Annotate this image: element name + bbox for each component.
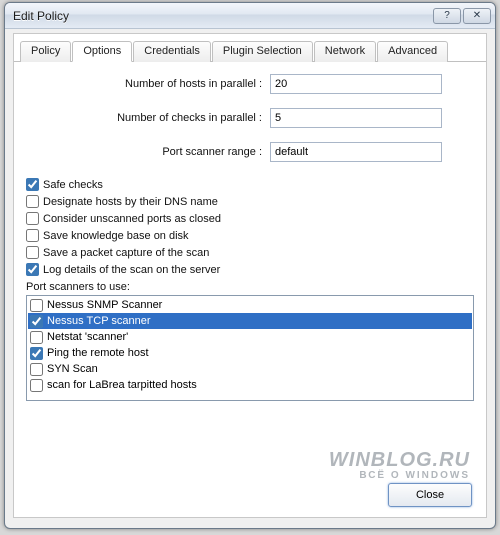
title-controls: ? ✕ [433,8,491,24]
window-title: Edit Policy [13,9,433,23]
tab-plugin-selection[interactable]: Plugin Selection [212,41,313,62]
option-row: Log details of the scan on the server [26,261,474,278]
list-item-label: scan for LaBrea tarpitted hosts [47,379,197,391]
option-label: Log details of the scan on the server [43,264,220,276]
label-port-range: Port scanner range : [26,146,270,158]
label-checks-parallel: Number of checks in parallel : [26,112,270,124]
tab-label: Network [325,45,365,57]
scanners-listbox[interactable]: Nessus SNMP Scanner Nessus TCP scanner Net… [26,295,474,401]
list-item-label: Ping the remote host [47,347,149,359]
titlebar[interactable]: Edit Policy ? ✕ [5,3,495,29]
list-checkbox[interactable] [30,315,43,328]
dialog-window: Edit Policy ? ✕ Policy Options Credentials… [4,2,496,529]
list-item-label: Nessus SNMP Scanner [47,299,162,311]
tab-label: Options [83,45,121,57]
list-item-label: SYN Scan [47,363,98,375]
option-checkbox[interactable] [26,263,39,276]
option-row: Save a packet capture of the scan [26,244,474,261]
option-checkbox[interactable] [26,212,39,225]
input-port-range[interactable] [270,142,442,162]
tab-label: Advanced [388,45,437,57]
list-item-label: Nessus TCP scanner [47,315,151,327]
list-item[interactable]: Ping the remote host [28,345,472,361]
option-row: Safe checks [26,176,474,193]
list-checkbox[interactable] [30,331,43,344]
list-item[interactable]: Nessus TCP scanner [28,313,472,329]
option-checkbox[interactable] [26,178,39,191]
tabstrip: Policy Options Credentials Plugin Selection… [14,34,486,62]
tab-content-options: Number of hosts in parallel : Number of … [14,62,486,409]
option-checkbox[interactable] [26,195,39,208]
scanners-label: Port scanners to use: [26,281,474,293]
list-checkbox[interactable] [30,347,43,360]
list-item[interactable]: SYN Scan [28,361,472,377]
option-label: Safe checks [43,179,103,191]
watermark-line2: ВСЁ О WINDOWS [329,470,470,481]
tab-label: Credentials [144,45,200,57]
help-button[interactable]: ? [433,8,461,24]
dialog-footer: Close [388,483,472,507]
tab-advanced[interactable]: Advanced [377,41,448,62]
option-label: Consider unscanned ports as closed [43,213,221,225]
client-area: Policy Options Credentials Plugin Selection… [13,33,487,518]
tab-label: Plugin Selection [223,45,302,57]
list-item[interactable]: scan for LaBrea tarpitted hosts [28,377,472,393]
close-button[interactable]: Close [388,483,472,507]
watermark-line1: WINBLOG.RU [329,449,470,472]
option-checklist: Safe checks Designate hosts by their DNS … [26,176,474,278]
option-label: Save knowledge base on disk [43,230,189,242]
option-row: Consider unscanned ports as closed [26,210,474,227]
tab-network[interactable]: Network [314,41,376,62]
list-checkbox[interactable] [30,363,43,376]
tab-options[interactable]: Options [72,41,132,62]
option-row: Designate hosts by their DNS name [26,193,474,210]
list-item-label: Netstat 'scanner' [47,331,128,343]
list-checkbox[interactable] [30,299,43,312]
row-port-range: Port scanner range : [26,142,474,162]
window-close-button[interactable]: ✕ [463,8,491,24]
option-checkbox[interactable] [26,229,39,242]
tab-label: Policy [31,45,60,57]
list-checkbox[interactable] [30,379,43,392]
label-hosts-parallel: Number of hosts in parallel : [26,78,270,90]
option-checkbox[interactable] [26,246,39,259]
row-hosts-parallel: Number of hosts in parallel : [26,74,474,94]
tab-policy[interactable]: Policy [20,41,71,62]
input-hosts-parallel[interactable] [270,74,442,94]
option-label: Save a packet capture of the scan [43,247,209,259]
list-item[interactable]: Nessus SNMP Scanner [28,297,472,313]
watermark: WINBLOG.RU ВСЁ О WINDOWS [329,449,470,481]
input-checks-parallel[interactable] [270,108,442,128]
close-icon: ✕ [473,10,481,21]
option-row: Save knowledge base on disk [26,227,474,244]
row-checks-parallel: Number of checks in parallel : [26,108,474,128]
list-item[interactable]: Netstat 'scanner' [28,329,472,345]
help-icon: ? [444,10,450,21]
tab-credentials[interactable]: Credentials [133,41,211,62]
option-label: Designate hosts by their DNS name [43,196,218,208]
